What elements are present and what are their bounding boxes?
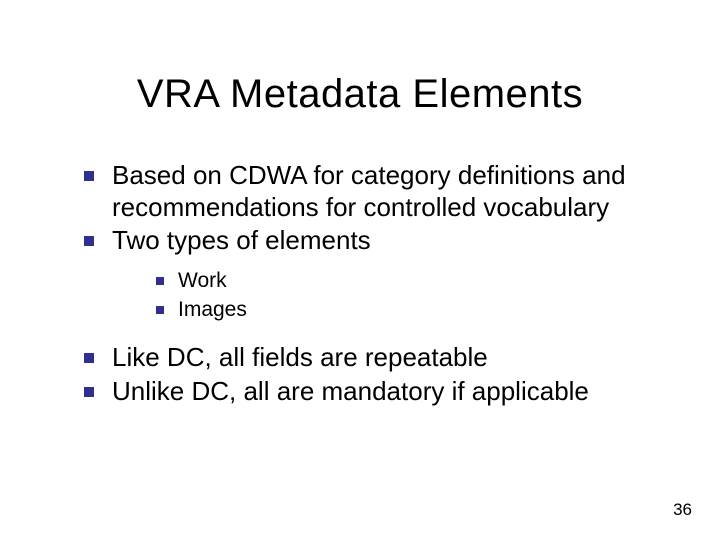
list-item: Unlike DC, all are mandatory if applicab… xyxy=(78,376,660,408)
bullet-text: Unlike DC, all are mandatory if applicab… xyxy=(112,376,589,406)
list-item: Like DC, all fields are repeatable xyxy=(78,342,660,374)
bullet-text: Images xyxy=(178,298,247,321)
bullet-list-level1: Based on CDWA for category definitions a… xyxy=(78,160,660,407)
list-item: Based on CDWA for category definitions a… xyxy=(78,160,660,223)
slide-title: VRA Metadata Elements xyxy=(0,72,720,117)
bullet-list-level2: Work Images xyxy=(152,267,660,324)
list-item: Work xyxy=(152,267,660,295)
page-number: 36 xyxy=(673,500,692,520)
bullet-text: Based on CDWA for category definitions a… xyxy=(112,160,626,222)
bullet-text: Two types of elements xyxy=(112,225,371,255)
slide-body: Based on CDWA for category definitions a… xyxy=(78,160,660,409)
bullet-text: Like DC, all fields are repeatable xyxy=(112,342,488,372)
list-item: Two types of elements Work Images xyxy=(78,225,660,323)
list-item: Images xyxy=(152,296,660,324)
slide: VRA Metadata Elements Based on CDWA for … xyxy=(0,0,720,540)
bullet-text: Work xyxy=(178,269,227,292)
